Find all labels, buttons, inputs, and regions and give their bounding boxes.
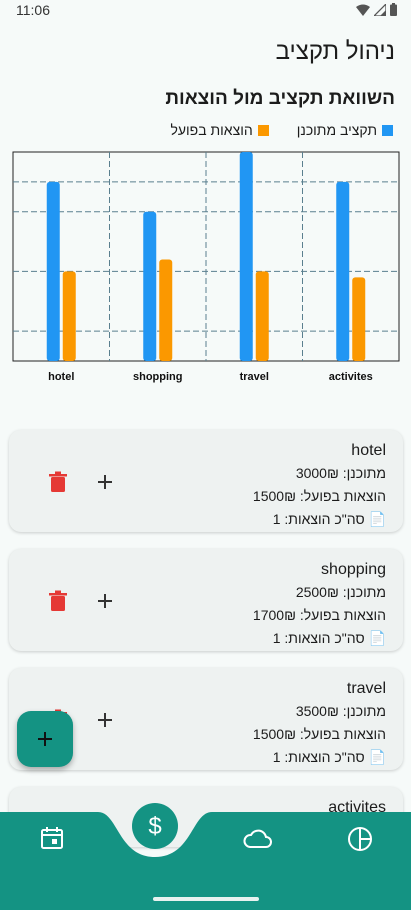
calendar-icon (41, 827, 63, 849)
bar-hotel-planned (46, 181, 60, 361)
plus-icon (98, 713, 112, 727)
legend-item-actual: הוצאות בפועל (170, 122, 269, 138)
add-expense-button[interactable] (94, 470, 116, 494)
add-category-fab[interactable] (17, 711, 73, 767)
legend-label-planned: תקציב מתוכנן (296, 122, 377, 138)
chart-title: השוואת תקציב מול הוצאות (165, 88, 395, 109)
legend-swatch-planned (382, 124, 393, 136)
pie-chart-icon (348, 827, 372, 851)
card-count: סה"כ הוצאות: 1 (272, 630, 365, 646)
category-card-hotel[interactable]: hotel מתוכנן: 3000₪ הוצאות בפועל: 1500₪ … (9, 430, 403, 532)
signal-icon (374, 3, 386, 16)
x-tick-label: hotel (48, 371, 74, 383)
card-text: shopping מתוכנן: 2500₪ הוצאות בפועל: 170… (253, 559, 386, 650)
bar-hotel-actual (62, 271, 76, 361)
card-count-row: 📄 סה"כ הוצאות: 1 (253, 508, 386, 531)
nav-cloud[interactable] (243, 828, 273, 855)
bar-activites-actual (352, 277, 366, 361)
legend-label-actual: הוצאות בפועל (170, 122, 253, 138)
wifi-icon (356, 4, 370, 16)
bar-activites-planned (336, 181, 350, 361)
card-planned: מתוכנן: 2500₪ (295, 584, 386, 600)
trash-icon (49, 590, 67, 611)
x-tick-label: shopping (133, 371, 183, 383)
chart-legend: הוצאות בפועל תקציב מתוכנן (170, 122, 393, 138)
x-tick-label: travel (240, 371, 269, 383)
card-actual: הוצאות בפועל: 1500₪ (252, 488, 386, 504)
card-text: hotel מתוכנן: 3000₪ הוצאות בפועל: 1500₪ … (253, 440, 386, 531)
delete-button[interactable] (47, 470, 69, 494)
card-category-name: travel (346, 680, 386, 697)
plus-icon (38, 732, 52, 746)
nav-statistics[interactable] (347, 826, 373, 857)
svg-text:$: $ (148, 813, 161, 840)
x-tick-label: activites (329, 371, 373, 383)
dollar-icon: $ (132, 803, 178, 849)
card-text: travel מתוכנן: 3500₪ הוצאות בפועל: 1500₪… (253, 678, 386, 769)
nav-budget[interactable]: $ (132, 803, 178, 854)
card-count: סה"כ הוצאות: 1 (272, 511, 365, 527)
bar-shopping-planned (143, 211, 157, 361)
chart-labels: hotel shopping travel activites (48, 371, 373, 383)
add-expense-button[interactable] (94, 708, 116, 732)
cloud-icon (243, 829, 272, 848)
trash-icon (49, 471, 67, 492)
card-actual: הוצאות בפועל: 1500₪ (252, 726, 386, 742)
status-icons (356, 3, 397, 16)
card-category-name: hotel (351, 442, 386, 459)
legend-item-planned: תקציב מתוכנן (297, 122, 393, 138)
card-actual: הוצאות בפועל: 1700₪ (252, 607, 386, 623)
legend-swatch-actual (257, 124, 269, 136)
document-icon: 📄 (368, 630, 386, 646)
card-planned: מתוכנן: 3000₪ (295, 465, 386, 481)
battery-icon (390, 3, 397, 16)
card-count-row: 📄 סה"כ הוצאות: 1 (253, 627, 386, 650)
add-expense-button[interactable] (94, 589, 116, 613)
plus-icon (98, 594, 112, 608)
category-card-shopping[interactable]: shopping מתוכנן: 2500₪ הוצאות בפועל: 170… (9, 549, 403, 651)
bar-shopping-actual (159, 259, 173, 361)
bar-travel-planned (239, 152, 253, 361)
document-icon: 📄 (368, 749, 386, 765)
home-indicator (153, 897, 259, 901)
plus-icon (98, 475, 112, 489)
status-bar: 11:06 (0, 0, 411, 22)
card-count-row: 📄 סה"כ הוצאות: 1 (253, 746, 386, 769)
card-category-name: shopping (321, 561, 386, 578)
status-time: 11:06 (16, 2, 50, 18)
card-count: סה"כ הוצאות: 1 (272, 749, 365, 765)
document-icon: 📄 (368, 511, 386, 527)
card-planned: מתוכנן: 3500₪ (295, 703, 386, 719)
nav-calendar[interactable] (40, 826, 64, 855)
delete-button[interactable] (47, 589, 69, 613)
budget-chart: hotel shopping travel activites (12, 151, 400, 383)
bar-travel-actual (255, 271, 269, 361)
app-title: ניהול תקציב (275, 38, 395, 65)
